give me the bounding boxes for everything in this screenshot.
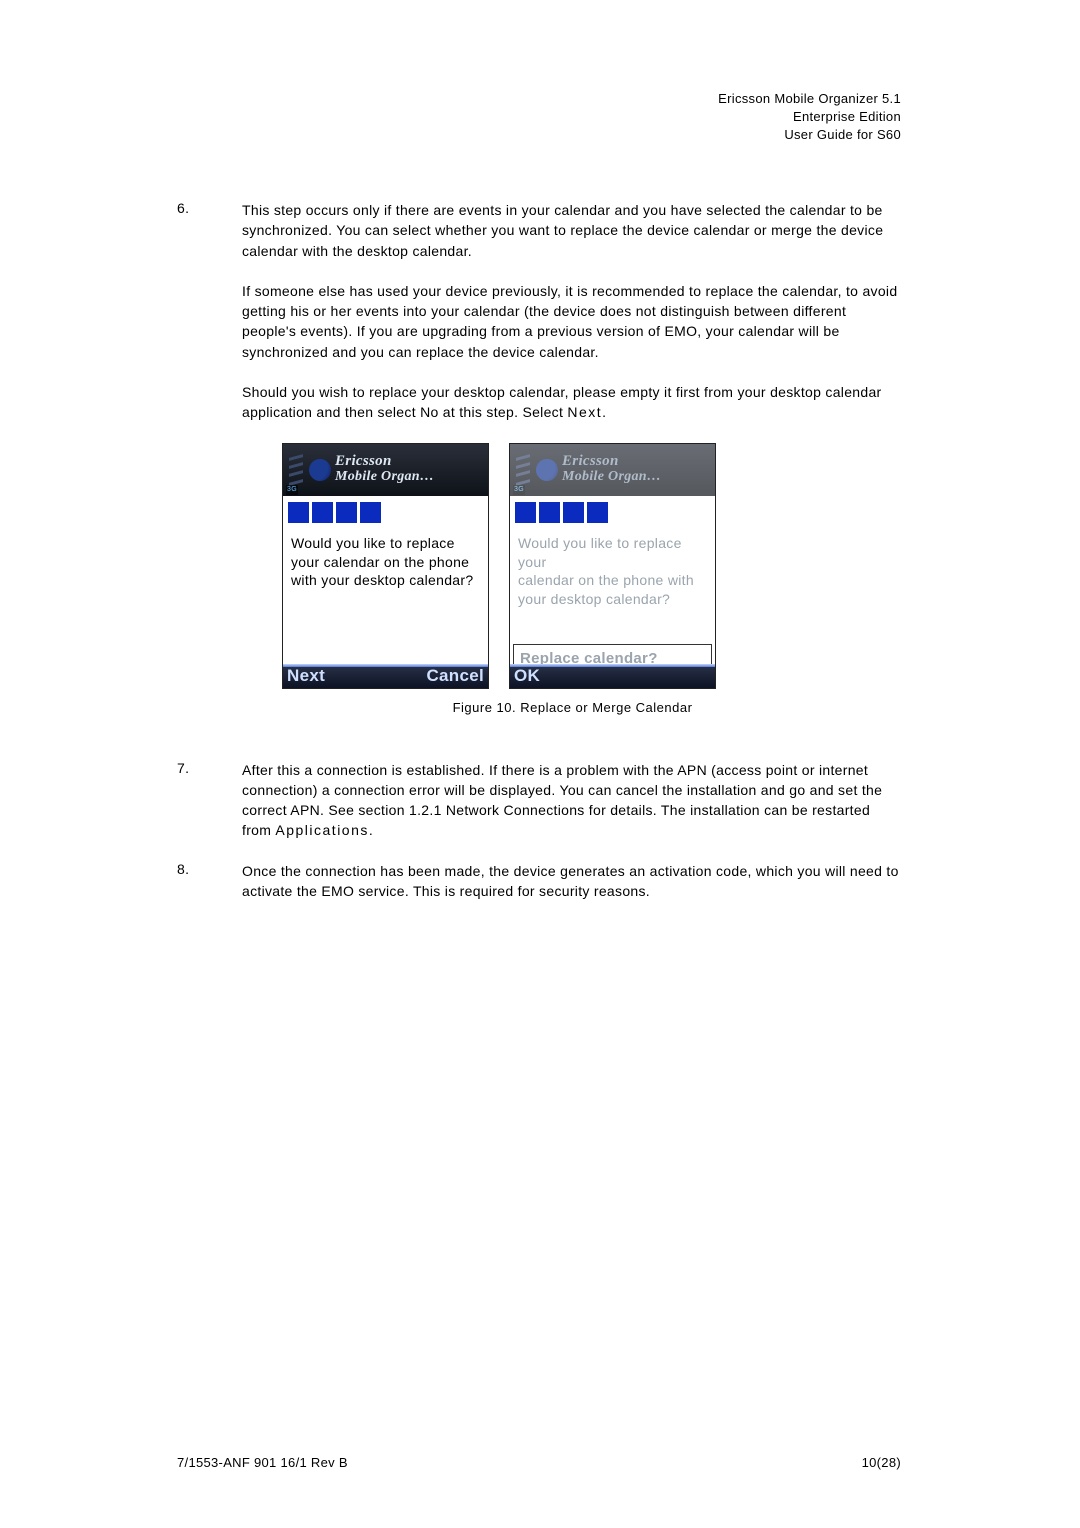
phone-screenshot-replace-question: Ericsson Mobile Organ… 3G Would you like…	[282, 443, 489, 689]
step-7-number: 7.	[177, 760, 242, 841]
progress-square-icon	[563, 502, 584, 523]
logo-bars-icon	[516, 456, 530, 484]
step-6-p3c: .	[602, 404, 606, 420]
ericsson-logo-icon	[289, 456, 331, 484]
step-7-body: After this a connection is established. …	[242, 760, 903, 841]
signal-3g-icon: 3G	[513, 485, 525, 495]
step-6: 6. This step occurs only if there are ev…	[177, 200, 903, 740]
progress-square-icon	[360, 502, 381, 523]
phone2-softkeys: OK	[510, 664, 715, 688]
phone1-app-title: Ericsson Mobile Organ…	[331, 454, 434, 484]
step-8-body: Once the connection has been made, the d…	[242, 861, 903, 902]
step-7: 7. After this a connection is establishe…	[177, 760, 903, 841]
phone1-title-sub: Mobile Organ…	[335, 470, 434, 485]
phone1-softkeys: Next Cancel	[283, 664, 488, 688]
progress-square-icon	[312, 502, 333, 523]
step-6-p1: This step occurs only if there are event…	[242, 200, 903, 261]
step-8: 8. Once the connection has been made, th…	[177, 861, 903, 902]
logo-swoosh-icon	[309, 459, 331, 481]
progress-square-icon	[539, 502, 560, 523]
phone1-question: Would you like to replace your calendar …	[291, 535, 473, 589]
phone2-progress-band	[510, 496, 715, 530]
main-content: 6. This step occurs only if there are ev…	[177, 200, 903, 921]
step-7-p1c: .	[369, 822, 373, 838]
step-6-p3: Should you wish to replace your desktop …	[242, 382, 903, 423]
phone1-title-top: Ericsson	[335, 454, 434, 470]
phone1-body: Would you like to replace your calendar …	[283, 530, 488, 664]
step-7-applications-word: Applications	[275, 822, 369, 838]
header-line1: Ericsson Mobile Organizer 5.1	[718, 90, 901, 108]
step-6-next-word: Next	[567, 404, 602, 420]
logo-bars-icon	[289, 456, 303, 484]
progress-square-icon	[288, 502, 309, 523]
progress-square-icon	[587, 502, 608, 523]
progress-square-icon	[336, 502, 357, 523]
signal-3g-icon: 3G	[286, 485, 298, 495]
step-6-p2: If someone else has used your device pre…	[242, 281, 903, 362]
header-line3: User Guide for S60	[718, 126, 901, 144]
step-6-p3a: Should you wish to replace your desktop …	[242, 384, 882, 420]
logo-swoosh-icon	[536, 459, 558, 481]
phone2-title-sub: Mobile Organ…	[562, 470, 661, 485]
phone1-progress-band	[283, 496, 488, 530]
phone2-q-line2: calendar on the phone with	[518, 571, 707, 590]
phone2-body: Would you like to replace your calendar …	[510, 530, 715, 664]
header-line2: Enterprise Edition	[718, 108, 901, 126]
ericsson-logo-icon	[516, 456, 558, 484]
phone-screenshot-replace-popup: Ericsson Mobile Organ… 3G Would you like…	[509, 443, 716, 689]
phone2-titlebar: Ericsson Mobile Organ… 3G	[510, 444, 715, 496]
softkey-cancel[interactable]: Cancel	[422, 667, 488, 687]
step-6-body: This step occurs only if there are event…	[242, 200, 903, 740]
progress-square-icon	[515, 502, 536, 523]
phone1-titlebar: Ericsson Mobile Organ… 3G	[283, 444, 488, 496]
phone-screenshots: Ericsson Mobile Organ… 3G Would you like…	[282, 443, 903, 689]
footer-page-number: 10(28)	[862, 1455, 901, 1470]
phone2-app-title: Ericsson Mobile Organ…	[558, 454, 661, 484]
page-header: Ericsson Mobile Organizer 5.1 Enterprise…	[718, 90, 901, 145]
step-6-number: 6.	[177, 200, 242, 740]
figure-caption: Figure 10. Replace or Merge Calendar	[242, 699, 903, 718]
step-8-number: 8.	[177, 861, 242, 902]
phone2-title-top: Ericsson	[562, 454, 661, 470]
softkey-next[interactable]: Next	[283, 667, 329, 687]
footer-doc-id: 7/1553-ANF 901 16/1 Rev B	[177, 1455, 348, 1470]
phone2-q-line1: Would you like to replace your	[518, 534, 707, 572]
phone2-q-line3: your desktop calendar?	[518, 590, 707, 609]
page-footer: 7/1553-ANF 901 16/1 Rev B 10(28)	[177, 1455, 901, 1470]
softkey-ok[interactable]: OK	[510, 667, 544, 687]
